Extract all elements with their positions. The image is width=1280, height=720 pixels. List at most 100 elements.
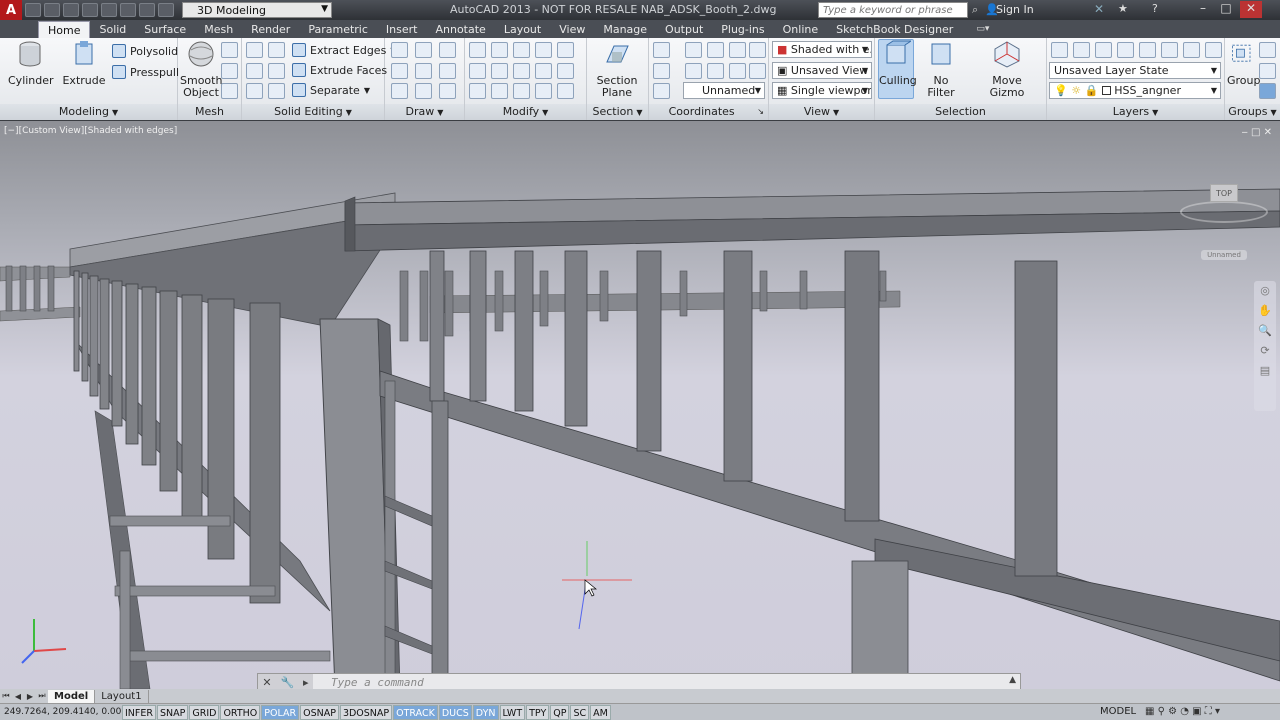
line-icon[interactable]: [415, 63, 432, 79]
trim-icon[interactable]: [535, 42, 552, 58]
layer-icon[interactable]: [1095, 42, 1112, 58]
application-menu-button[interactable]: A: [0, 0, 22, 20]
solid-tool-icon[interactable]: [268, 83, 285, 99]
line-icon[interactable]: [415, 42, 432, 58]
mirror-icon[interactable]: [491, 83, 508, 99]
status-tray-icons[interactable]: ▦ ⚲ ⚙ ◔ ▣ ⛶ ▾: [1145, 706, 1220, 717]
save-as-icon[interactable]: [82, 3, 98, 17]
tab-sketchbook-designer[interactable]: SketchBook Designer: [827, 21, 962, 38]
scale-icon[interactable]: [535, 63, 552, 79]
circle-icon[interactable]: [439, 63, 456, 79]
ucs-object-icon[interactable]: [749, 63, 766, 79]
toggle-qp[interactable]: QP: [550, 704, 570, 720]
panel-title-modify[interactable]: Modify ▼: [465, 104, 586, 120]
toggle-am[interactable]: AM: [590, 704, 611, 720]
open-file-icon[interactable]: [44, 3, 60, 17]
scale-icon[interactable]: [469, 42, 486, 58]
tab-mesh[interactable]: Mesh: [195, 21, 242, 38]
panel-title-mesh[interactable]: Mesh: [178, 104, 241, 120]
undo-icon[interactable]: [139, 3, 155, 17]
3d-rotate-icon[interactable]: [491, 42, 508, 58]
layer-icon[interactable]: [1183, 42, 1200, 58]
panel-title-solid-editing[interactable]: Solid Editing ▼: [242, 104, 384, 120]
command-history-icon[interactable]: ▲: [1009, 675, 1016, 685]
ucs-dropdown[interactable]: Unnamed ▼: [683, 82, 765, 99]
first-tab-icon[interactable]: ⏮: [0, 691, 12, 701]
toggle-tpy[interactable]: TPY: [526, 704, 550, 720]
maximize-button[interactable]: □: [1215, 1, 1237, 18]
move-gizmo-button[interactable]: Move Gizmo: [975, 40, 1039, 99]
polysolid-button[interactable]: Polysolid: [112, 42, 178, 60]
exchange-icon[interactable]: ✕: [1094, 2, 1104, 16]
separate-button[interactable]: Separate ▼: [292, 81, 370, 99]
ellipse-icon[interactable]: [439, 83, 456, 99]
culling-button[interactable]: Culling: [878, 39, 917, 99]
polyline-icon[interactable]: [391, 63, 408, 79]
panel-title-groups[interactable]: Groups ▼: [1225, 104, 1280, 120]
tab-online[interactable]: Online: [774, 21, 827, 38]
navigation-bar[interactable]: ◎ ✋ 🔍 ⟳ ▤: [1254, 281, 1276, 411]
drawing-viewport[interactable]: [−][Custom View][Shaded with edges] ‒ □ …: [0, 121, 1280, 689]
plot-icon[interactable]: [101, 3, 117, 17]
viewport-controls-label[interactable]: [−][Custom View][Shaded with edges]: [4, 126, 177, 136]
extrude-faces-button[interactable]: Extrude Faces ▼: [292, 61, 397, 79]
panel-title-section[interactable]: Section ▼: [587, 104, 648, 120]
ucs-view-icon[interactable]: [729, 63, 746, 79]
tab-solid[interactable]: Solid: [90, 21, 135, 38]
group-edit-icon[interactable]: [1259, 63, 1276, 79]
mesh-tool-icon[interactable]: [221, 83, 238, 99]
toggle-sc[interactable]: SC: [570, 704, 590, 720]
visual-style-dropdown[interactable]: ■ Shaded with e... ▼: [772, 41, 872, 58]
solid-tool-icon[interactable]: [268, 42, 285, 58]
tab-annotate[interactable]: Annotate: [426, 21, 494, 38]
viewcube[interactable]: TOP: [1210, 184, 1238, 202]
mesh-tool-icon[interactable]: [221, 63, 238, 79]
toggle-ortho[interactable]: ORTHO: [220, 704, 261, 720]
tab-layout1[interactable]: Layout1: [95, 689, 149, 703]
panel-title-view[interactable]: View ▼: [769, 104, 874, 120]
save-icon[interactable]: [63, 3, 79, 17]
copy-icon[interactable]: [469, 63, 486, 79]
tab-insert[interactable]: Insert: [377, 21, 427, 38]
model-space-toggle[interactable]: MODEL: [1100, 706, 1136, 717]
group-button[interactable]: Group: [1227, 40, 1261, 87]
ucs-x-icon[interactable]: [707, 42, 724, 58]
3d-move-icon[interactable]: [513, 42, 530, 58]
viewport-window-controls[interactable]: ‒ □ ✕: [1241, 127, 1272, 138]
ucs-y-icon[interactable]: [729, 42, 746, 58]
ucs-world-icon[interactable]: [685, 42, 702, 58]
extrude-button[interactable]: Extrude: [62, 40, 106, 87]
panel-title-coordinates[interactable]: Coordinates ↘: [649, 104, 768, 120]
new-file-icon[interactable]: [25, 3, 41, 17]
search-icon[interactable]: ⌕: [972, 3, 978, 17]
group-select-icon[interactable]: [1259, 83, 1276, 99]
ucs-z-icon[interactable]: [749, 42, 766, 58]
polygon-icon[interactable]: [391, 83, 408, 99]
viewcube-compass[interactable]: [1180, 201, 1268, 223]
tab-view[interactable]: View: [550, 21, 594, 38]
rotate-icon[interactable]: [513, 63, 530, 79]
panel-title-draw[interactable]: Draw ▼: [385, 104, 464, 120]
mesh-tool-icon[interactable]: [221, 42, 238, 58]
toggle-dyn[interactable]: DYN: [472, 704, 499, 720]
presspull-button[interactable]: Presspull: [112, 63, 179, 81]
prev-tab-icon[interactable]: ◀: [12, 692, 24, 701]
tab-surface[interactable]: Surface: [135, 21, 195, 38]
section-plane-button[interactable]: Section Plane: [595, 40, 639, 99]
toggle-grid[interactable]: GRID: [189, 704, 220, 720]
toggle-polar[interactable]: POLAR: [261, 704, 300, 720]
ucs-menu[interactable]: Unnamed: [1201, 250, 1247, 260]
intersect-icon[interactable]: [246, 83, 263, 99]
fillet-icon[interactable]: [557, 63, 574, 79]
current-layer-dropdown[interactable]: 💡 ☼ 🔒 HSS_angner ▼: [1049, 82, 1221, 99]
ungroup-icon[interactable]: [1259, 42, 1276, 58]
tab-render[interactable]: Render: [242, 21, 299, 38]
arc-icon[interactable]: [439, 42, 456, 58]
layer-icon[interactable]: [1161, 42, 1178, 58]
print-icon[interactable]: [120, 3, 136, 17]
ucs-3point-icon[interactable]: [685, 63, 702, 79]
ucs-origin-icon[interactable]: [707, 63, 724, 79]
ucs-icon[interactable]: [653, 42, 670, 58]
erase-icon[interactable]: [469, 83, 486, 99]
toggle-ducs[interactable]: DUCS: [438, 704, 472, 720]
